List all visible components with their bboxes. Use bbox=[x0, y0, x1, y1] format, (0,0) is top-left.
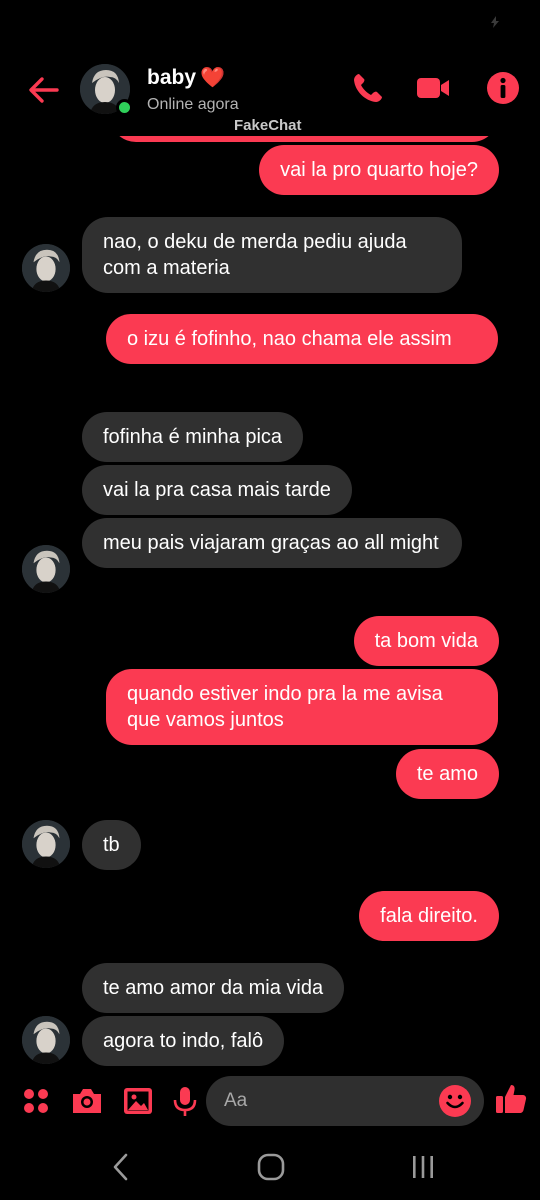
message-bubble-sent[interactable]: te amo bbox=[395, 749, 499, 799]
message-text: te amo bbox=[416, 763, 478, 785]
nav-recents-icon[interactable] bbox=[406, 1150, 440, 1184]
message-input[interactable] bbox=[224, 1076, 424, 1126]
message-composer bbox=[0, 1072, 540, 1132]
message-text: nao, o deku de merda pediu ajuda com a m… bbox=[103, 231, 407, 279]
image-icon[interactable] bbox=[120, 1083, 156, 1119]
message-text: vai la pra casa mais tarde bbox=[103, 479, 331, 501]
message-bubble-received[interactable]: agora to indo, falô bbox=[82, 1016, 285, 1066]
system-nav-bar bbox=[0, 1132, 540, 1200]
contact-name-text: baby bbox=[147, 66, 197, 89]
contact-status: Online agora bbox=[147, 96, 239, 113]
message-bubble-sent[interactable]: fala direito. bbox=[359, 891, 499, 941]
nav-back-icon[interactable] bbox=[104, 1150, 138, 1184]
message-list[interactable]: vai la pro quarto hoje? nao, o deku de m… bbox=[0, 120, 540, 1070]
arrow-left-icon[interactable] bbox=[26, 72, 62, 108]
four-dots-icon[interactable] bbox=[18, 1083, 54, 1119]
message-input-container bbox=[206, 1076, 484, 1126]
message-text: quando estiver indo pra la me avisa que … bbox=[127, 683, 443, 731]
video-camera-icon[interactable] bbox=[415, 70, 451, 106]
avatar[interactable] bbox=[22, 545, 70, 593]
info-icon[interactable] bbox=[485, 70, 521, 106]
message-text: te amo amor da mia vida bbox=[103, 977, 324, 999]
message-bubble-sent[interactable]: o izu é fofinho, nao chama ele assim bbox=[106, 314, 498, 364]
avatar[interactable] bbox=[22, 244, 70, 292]
smiley-icon[interactable] bbox=[438, 1084, 472, 1118]
nav-home-icon[interactable] bbox=[254, 1150, 288, 1184]
message-bubble-received[interactable]: tb bbox=[82, 820, 141, 870]
microphone-icon[interactable] bbox=[167, 1083, 203, 1119]
avatar[interactable] bbox=[22, 820, 70, 868]
thumbs-up-icon[interactable] bbox=[493, 1081, 529, 1117]
message-text: fofinha é minha pica bbox=[103, 426, 283, 448]
fakechat-watermark: FakeChat bbox=[234, 117, 302, 134]
message-text: meu pais viajaram graças ao all might bbox=[103, 532, 439, 554]
contact-name[interactable]: baby ❤️ bbox=[147, 65, 225, 90]
message-bubble-received[interactable]: vai la pra casa mais tarde bbox=[82, 465, 352, 515]
message-bubble-sent[interactable]: quando estiver indo pra la me avisa que … bbox=[106, 669, 498, 745]
message-bubble-received[interactable]: te amo amor da mia vida bbox=[82, 963, 345, 1013]
charging-icon bbox=[491, 16, 499, 28]
message-bubble-sent[interactable]: ta bom vida bbox=[353, 616, 499, 666]
phone-icon[interactable] bbox=[350, 70, 386, 106]
avatar[interactable] bbox=[22, 1016, 70, 1064]
message-text: agora to indo, falô bbox=[103, 1030, 264, 1052]
contact-avatar[interactable] bbox=[80, 64, 133, 116]
message-bubble-received[interactable]: nao, o deku de merda pediu ajuda com a m… bbox=[82, 217, 462, 293]
message-text: o izu é fofinho, nao chama ele assim bbox=[127, 328, 452, 350]
message-text: tb bbox=[103, 834, 120, 856]
message-bubble-sent[interactable]: vai la pro quarto hoje? bbox=[259, 145, 499, 195]
status-bar bbox=[0, 0, 540, 44]
message-text: ta bom vida bbox=[374, 630, 478, 652]
message-bubble-received[interactable]: fofinha é minha pica bbox=[82, 412, 304, 462]
message-bubble-received[interactable]: meu pais viajaram graças ao all might bbox=[82, 518, 462, 568]
message-text: fala direito. bbox=[380, 905, 478, 927]
heart-emoji: ❤️ bbox=[200, 67, 225, 89]
message-text: vai la pro quarto hoje? bbox=[280, 159, 478, 181]
camera-icon[interactable] bbox=[69, 1083, 105, 1119]
online-indicator bbox=[116, 99, 133, 116]
